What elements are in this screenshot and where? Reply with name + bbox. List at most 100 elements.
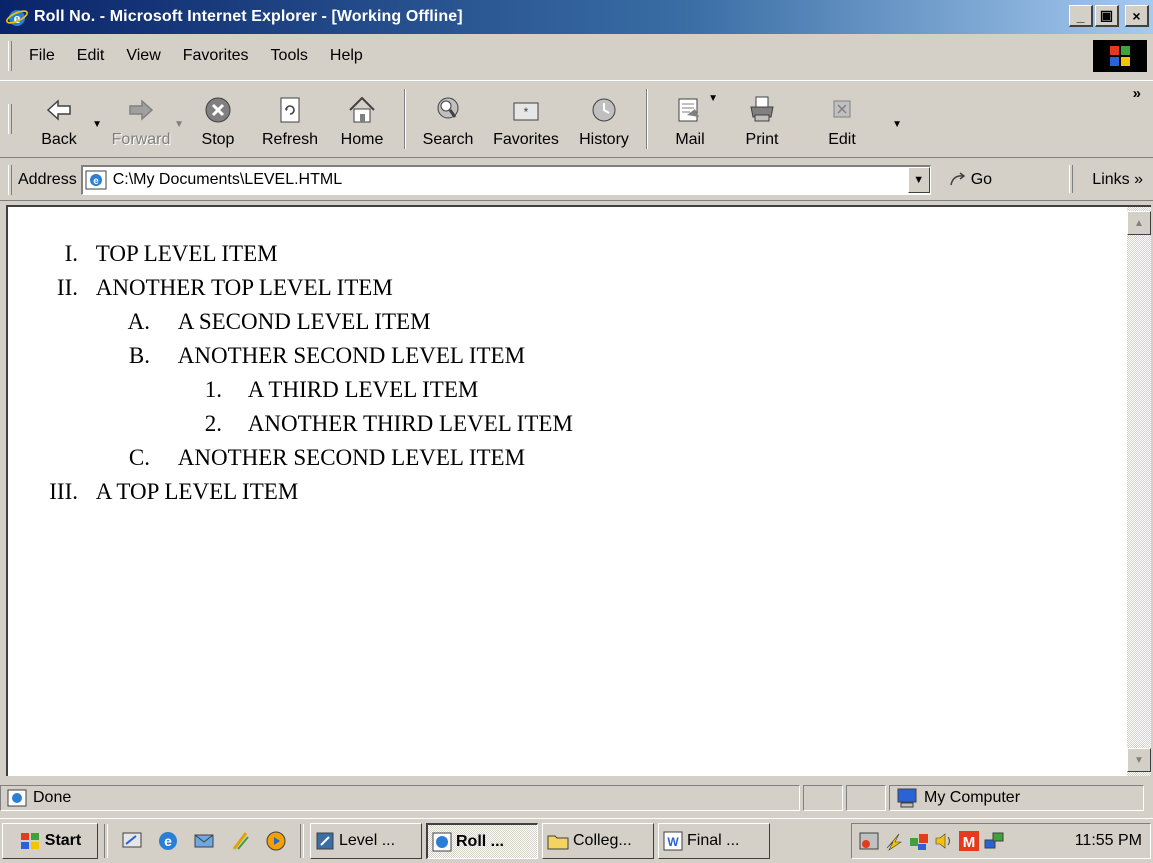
print-button[interactable]: Print: [726, 83, 798, 155]
task-button-roll[interactable]: Roll ...: [426, 823, 538, 859]
menu-view[interactable]: View: [115, 44, 171, 68]
start-button[interactable]: Start: [2, 823, 98, 859]
scroll-down-button[interactable]: ▼: [1127, 748, 1151, 772]
search-icon: [437, 97, 459, 119]
show-desktop-icon[interactable]: [118, 827, 146, 855]
edit-button[interactable]: Edit ▼: [798, 83, 902, 155]
menu-help[interactable]: Help: [319, 44, 374, 68]
home-button[interactable]: Home: [326, 83, 398, 155]
tray-connection-icon[interactable]: [983, 830, 1005, 852]
list-item: C. ANOTHER SECOND LEVEL ITEM: [90, 441, 525, 475]
security-zone-pane: My Computer: [889, 785, 1144, 811]
list-item: I. TOP LEVEL ITEM: [18, 237, 278, 271]
toolbar-more-chevron[interactable]: »: [1133, 85, 1141, 102]
menu-edit[interactable]: Edit: [66, 44, 116, 68]
task-label: Final ...: [687, 832, 740, 849]
list-marker: 2.: [204, 411, 222, 436]
standard-toolbar: Back ▼ Forward ▼ Stop Refresh Home Searc…: [0, 80, 1153, 158]
history-button[interactable]: History: [568, 83, 640, 155]
mail-button[interactable]: Mail ▼: [654, 83, 726, 155]
menu-favorites[interactable]: Favorites: [172, 44, 260, 68]
forward-arrow-icon: [129, 99, 154, 121]
list-item: 2. ANOTHER THIRD LEVEL ITEM: [162, 407, 573, 441]
favorites-button[interactable]: * Favorites: [484, 83, 568, 155]
list-marker: I.: [64, 241, 78, 266]
address-dropdown-button[interactable]: ▼: [907, 166, 930, 193]
folder-icon: [547, 835, 569, 850]
scroll-up-button[interactable]: ▲: [1127, 211, 1151, 235]
links-button[interactable]: Links »: [1092, 171, 1143, 189]
menu-tools[interactable]: Tools: [260, 44, 319, 68]
channels-icon[interactable]: [226, 827, 254, 855]
tray-network-icon[interactable]: [908, 830, 930, 852]
start-label: Start: [44, 832, 82, 849]
volume-icon[interactable]: [933, 830, 955, 852]
stop-label: Stop: [201, 131, 235, 148]
links-grip[interactable]: [1069, 165, 1073, 193]
toolbar-grip[interactable]: [8, 104, 12, 134]
list-text: ANOTHER SECOND LEVEL ITEM: [177, 445, 526, 470]
print-label: Print: [745, 131, 779, 148]
windows-throbber-icon: [1093, 40, 1147, 72]
svg-text:e: e: [93, 176, 99, 187]
tray-power-icon[interactable]: [883, 830, 905, 852]
list-item: B. ANOTHER SECOND LEVEL ITEM: [90, 339, 525, 373]
task-label: Roll ...: [456, 832, 504, 850]
status-bar: Done My Computer: [0, 783, 1153, 813]
restore-button[interactable]: ▣: [1095, 5, 1119, 27]
clock[interactable]: 11:55 PM: [1075, 832, 1142, 850]
back-label: Back: [41, 131, 77, 148]
history-label: History: [579, 131, 629, 148]
forward-label: Forward: [111, 131, 171, 148]
edit-page-icon: [833, 100, 851, 118]
refresh-button[interactable]: Refresh: [254, 83, 326, 155]
task-button-level[interactable]: Level ...: [310, 823, 422, 859]
internet-explorer-icon[interactable]: e: [154, 827, 182, 855]
tray-m-icon[interactable]: M: [958, 830, 980, 852]
menu-file[interactable]: File: [18, 44, 66, 68]
address-field[interactable]: e C:\My Documents\LEVEL.HTML ▼: [80, 164, 931, 195]
zone-text: My Computer: [924, 789, 1021, 806]
toolbar-separator: [646, 89, 648, 149]
list-text: ANOTHER SECOND LEVEL ITEM: [177, 343, 526, 368]
media-player-icon[interactable]: [262, 827, 290, 855]
title-bar[interactable]: e Roll No. - Microsoft Internet Explorer…: [0, 0, 1153, 34]
menubar-grip[interactable]: [8, 41, 12, 71]
back-button[interactable]: Back ▼: [18, 83, 102, 155]
stop-button[interactable]: Stop: [182, 83, 254, 155]
list-marker: III.: [49, 479, 78, 504]
edit-dropdown-icon[interactable]: ▼: [892, 119, 902, 130]
menu-bar: File Edit View Favorites Tools Help: [0, 36, 1153, 76]
list-marker: A.: [127, 309, 150, 334]
go-arrow-icon: [949, 171, 965, 185]
forward-button[interactable]: Forward ▼: [100, 83, 184, 155]
stop-icon: [205, 97, 231, 123]
outlook-express-icon[interactable]: [190, 827, 218, 855]
list-marker: C.: [128, 445, 150, 470]
list-item: II. ANOTHER TOP LEVEL ITEM: [18, 271, 393, 305]
svg-text:M: M: [963, 834, 976, 851]
mail-dropdown-icon[interactable]: ▼: [708, 93, 718, 104]
taskbar: Start e Level ... Roll ... Colleg... W F…: [0, 818, 1153, 863]
addressbar-grip[interactable]: [8, 164, 12, 195]
minimize-button[interactable]: _: [1069, 5, 1093, 27]
task-button-final[interactable]: W Final ...: [658, 823, 770, 859]
task-button-college[interactable]: Colleg...: [542, 823, 654, 859]
ie-logo-icon: e: [6, 10, 28, 27]
task-label: Colleg...: [573, 832, 632, 849]
close-button[interactable]: ×: [1125, 5, 1149, 27]
task-label: Level ...: [339, 832, 396, 849]
list-text: A SECOND LEVEL ITEM: [177, 309, 431, 334]
tray-app-icon[interactable]: [858, 830, 880, 852]
refresh-label: Refresh: [261, 131, 319, 148]
svg-text:*: *: [524, 105, 529, 119]
taskbar-grip[interactable]: [300, 824, 304, 858]
address-label: Address: [18, 170, 77, 188]
quicklaunch-grip[interactable]: [104, 824, 108, 858]
svg-text:W: W: [667, 835, 679, 849]
mail-label: Mail: [675, 131, 705, 148]
vertical-scrollbar[interactable]: ▲ ▼: [1127, 207, 1151, 776]
go-button[interactable]: Go: [949, 171, 992, 189]
list-text: A TOP LEVEL ITEM: [95, 479, 299, 504]
search-button[interactable]: Search: [412, 83, 484, 155]
